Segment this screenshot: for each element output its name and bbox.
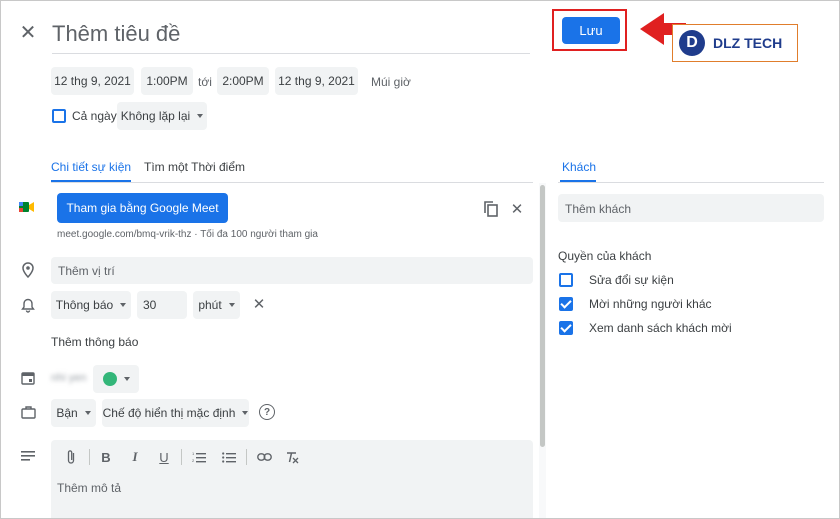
busy-dropdown[interactable]: Bận xyxy=(51,399,96,427)
link-icon[interactable] xyxy=(255,448,273,466)
chevron-down-icon xyxy=(123,377,130,381)
permission-invite-label: Mời những người khác xyxy=(589,297,712,311)
calendar-name: nhi yen xyxy=(51,372,87,384)
bold-icon[interactable]: B xyxy=(97,448,115,466)
add-guest-input[interactable]: Thêm khách xyxy=(558,194,824,222)
tab-guests[interactable]: Khách xyxy=(562,160,596,174)
bullet-list-icon[interactable] xyxy=(220,448,238,466)
briefcase-icon xyxy=(21,406,36,419)
dlz-logo-letter: D xyxy=(679,30,705,56)
tab-event-details[interactable]: Chi tiết sự kiện xyxy=(51,160,131,174)
underline-icon[interactable]: U xyxy=(155,448,173,466)
location-pin-icon xyxy=(22,262,34,278)
visibility-value: Chế độ hiển thị mặc định xyxy=(102,406,236,420)
description-lines-icon xyxy=(21,451,35,461)
svg-text:1: 1 xyxy=(192,451,195,456)
join-meet-button[interactable]: Tham gia bằng Google Meet xyxy=(57,193,228,223)
permission-modify-label: Sửa đổi sự kiện xyxy=(589,273,674,287)
remove-notification-icon[interactable]: ✕ xyxy=(251,296,267,313)
repeat-value: Không lặp lại xyxy=(120,109,191,123)
help-icon[interactable]: ? xyxy=(259,404,275,420)
timezone-link[interactable]: Múi giờ xyxy=(371,75,411,89)
calendar-icon xyxy=(21,372,35,385)
meet-info: meet.google.com/bmq-vrik-thz · Tối đa 10… xyxy=(57,229,318,240)
toolbar-divider xyxy=(89,449,90,465)
bell-icon xyxy=(21,298,35,313)
chevron-down-icon xyxy=(197,114,204,118)
chevron-down-icon xyxy=(120,303,127,307)
calendar-color-dot xyxy=(102,372,117,386)
notification-amount-value: 30 xyxy=(143,298,157,312)
save-button[interactable]: Lưu xyxy=(562,17,620,44)
remove-meet-icon[interactable]: ✕ xyxy=(509,201,525,218)
chevron-down-icon xyxy=(242,411,249,415)
permission-see-list-checkbox[interactable] xyxy=(559,321,573,335)
start-time-field[interactable]: 1:00PM xyxy=(141,67,193,95)
guests-divider xyxy=(558,182,824,183)
permission-invite-checkbox[interactable] xyxy=(559,297,573,311)
guest-permissions-title: Quyền của khách xyxy=(558,249,652,263)
numbered-list-icon[interactable]: 12 xyxy=(190,448,208,466)
copy-icon[interactable] xyxy=(483,201,499,217)
notification-type-value: Thông báo xyxy=(55,298,114,312)
dlz-logo-text: DLZ TECH xyxy=(713,35,783,51)
chevron-down-icon xyxy=(228,303,235,307)
notification-amount-input[interactable]: 30 xyxy=(137,291,187,319)
calendar-color-dropdown[interactable] xyxy=(93,365,139,393)
all-day-label: Cả ngày xyxy=(72,109,117,123)
to-label: tới xyxy=(198,75,212,89)
tab-find-time[interactable]: Tìm một Thời điểm xyxy=(144,160,245,174)
close-icon[interactable]: ✕ xyxy=(18,22,38,44)
start-date-field[interactable]: 12 thg 9, 2021 xyxy=(51,67,134,95)
permission-modify-checkbox[interactable] xyxy=(559,273,573,287)
dlz-tech-logo: D DLZ TECH xyxy=(672,24,798,62)
repeat-dropdown[interactable]: Không lặp lại xyxy=(117,102,207,130)
notification-type-dropdown[interactable]: Thông báo xyxy=(51,291,131,319)
chevron-down-icon xyxy=(84,411,91,415)
svg-text:2: 2 xyxy=(192,458,195,463)
notification-unit-dropdown[interactable]: phút xyxy=(193,291,240,319)
all-day-checkbox[interactable] xyxy=(52,109,66,123)
tabs-divider xyxy=(51,182,533,183)
add-notification-link[interactable]: Thêm thông báo xyxy=(51,335,138,349)
busy-value: Bận xyxy=(56,406,78,420)
permission-see-list-label: Xem danh sách khách mời xyxy=(589,321,732,335)
toolbar-divider xyxy=(181,449,182,465)
google-meet-icon xyxy=(19,202,34,212)
italic-icon[interactable]: I xyxy=(126,448,144,466)
scrollbar-thumb[interactable] xyxy=(540,185,545,447)
clear-formatting-icon[interactable] xyxy=(283,448,301,466)
location-input[interactable]: Thêm vị trí xyxy=(51,257,533,284)
toolbar-divider xyxy=(246,449,247,465)
title-input[interactable]: Thêm tiêu đề xyxy=(52,18,530,54)
description-input[interactable]: Thêm mô tả xyxy=(57,481,121,495)
end-date-field[interactable]: 12 thg 9, 2021 xyxy=(275,67,358,95)
attachment-icon[interactable] xyxy=(62,448,80,466)
notification-unit-value: phút xyxy=(198,298,222,312)
visibility-dropdown[interactable]: Chế độ hiển thị mặc định xyxy=(102,399,249,427)
end-time-field[interactable]: 2:00PM xyxy=(217,67,269,95)
